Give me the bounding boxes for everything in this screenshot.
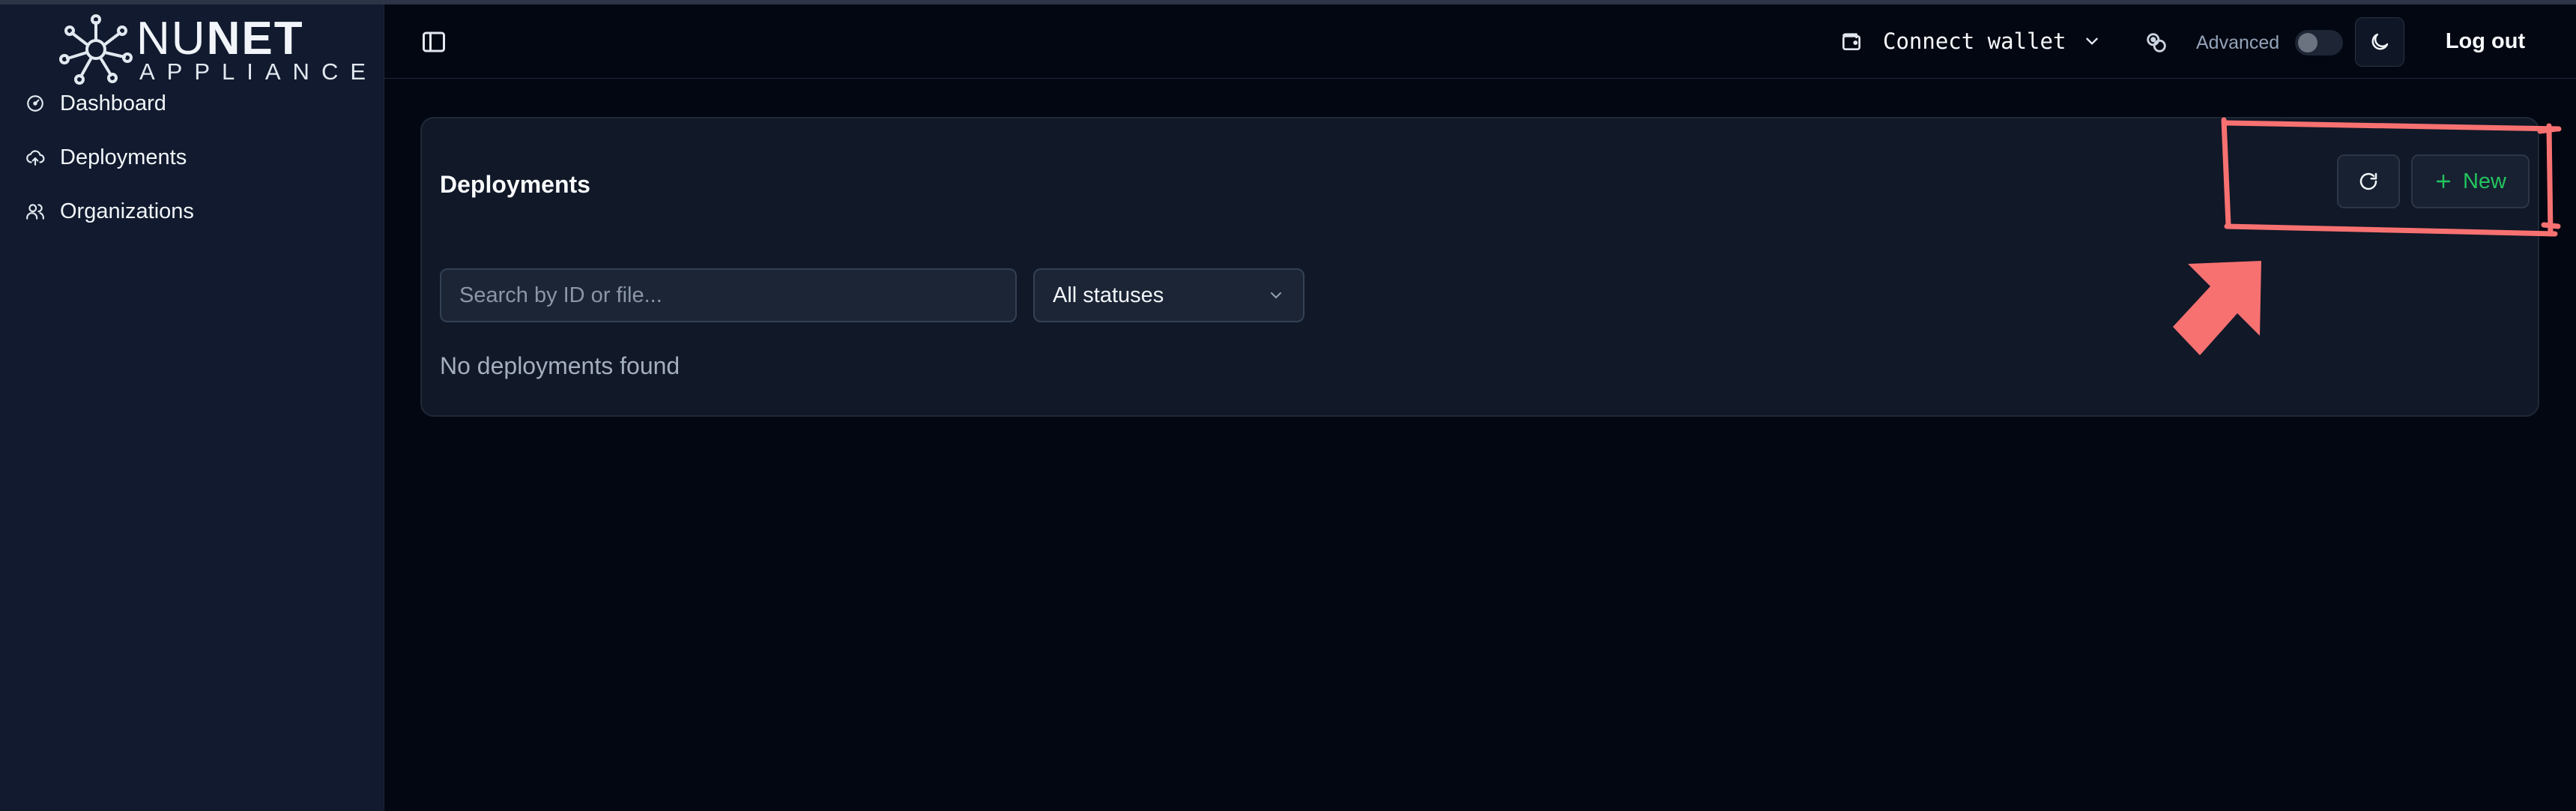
sidebar-item-label: Organizations — [60, 199, 194, 223]
connect-wallet-label: Connect wallet — [1883, 28, 2066, 54]
sidebar-toggle-button[interactable] — [420, 28, 447, 55]
sidebar-item-dashboard[interactable]: Dashboard — [24, 87, 166, 120]
status-filter-select[interactable]: All statuses — [1033, 268, 1304, 322]
moon-icon — [2371, 33, 2389, 50]
cloud-upload-icon — [24, 146, 46, 169]
toggle-knob — [2298, 33, 2318, 52]
theme-toggle-button[interactable] — [2355, 17, 2404, 67]
empty-state-message: No deployments found — [440, 352, 680, 379]
new-button-label: New — [2462, 169, 2506, 193]
advanced-mode-icon — [2144, 30, 2169, 55]
nunet-logo-mark-icon — [59, 14, 133, 85]
users-icon — [24, 200, 46, 223]
main-content: Connect wallet Advanced Log out Deployme… — [384, 4, 2576, 811]
brand-name-light: NU — [136, 13, 207, 64]
new-deployment-button[interactable]: New — [2411, 154, 2530, 208]
plus-icon — [2434, 172, 2452, 190]
brand-name-bold: NET — [206, 13, 304, 64]
chevron-down-icon — [1271, 292, 1281, 299]
sidebar: NUNET APPLIANCE Dashboard Deployments Or… — [0, 4, 384, 811]
advanced-label: Advanced — [2196, 32, 2280, 53]
gauge-icon — [24, 92, 46, 115]
panel-left-icon — [423, 31, 445, 52]
sidebar-item-organizations[interactable]: Organizations — [24, 195, 194, 228]
sidebar-item-deployments[interactable]: Deployments — [24, 141, 187, 174]
sidebar-item-label: Deployments — [60, 145, 187, 169]
wallet-icon — [1842, 33, 1860, 50]
nunet-logo[interactable]: NUNET APPLIANCE — [58, 12, 366, 85]
brand-subtitle: APPLIANCE — [139, 58, 378, 85]
logout-button[interactable]: Log out — [2443, 16, 2527, 66]
refresh-button[interactable] — [2337, 154, 2400, 208]
connect-wallet-button[interactable]: Connect wallet — [1839, 22, 2102, 60]
status-filter-value: All statuses — [1053, 283, 1164, 307]
top-bar: Connect wallet Advanced Log out — [384, 4, 2576, 79]
sidebar-item-label: Dashboard — [60, 91, 166, 115]
chevron-down-icon — [2086, 37, 2099, 45]
page-title: Deployments — [440, 171, 590, 198]
search-input[interactable] — [440, 268, 1017, 322]
advanced-toggle[interactable] — [2295, 30, 2343, 55]
refresh-icon — [2359, 172, 2377, 190]
deployments-card: Deployments New All statuses No deployme… — [420, 117, 2539, 417]
